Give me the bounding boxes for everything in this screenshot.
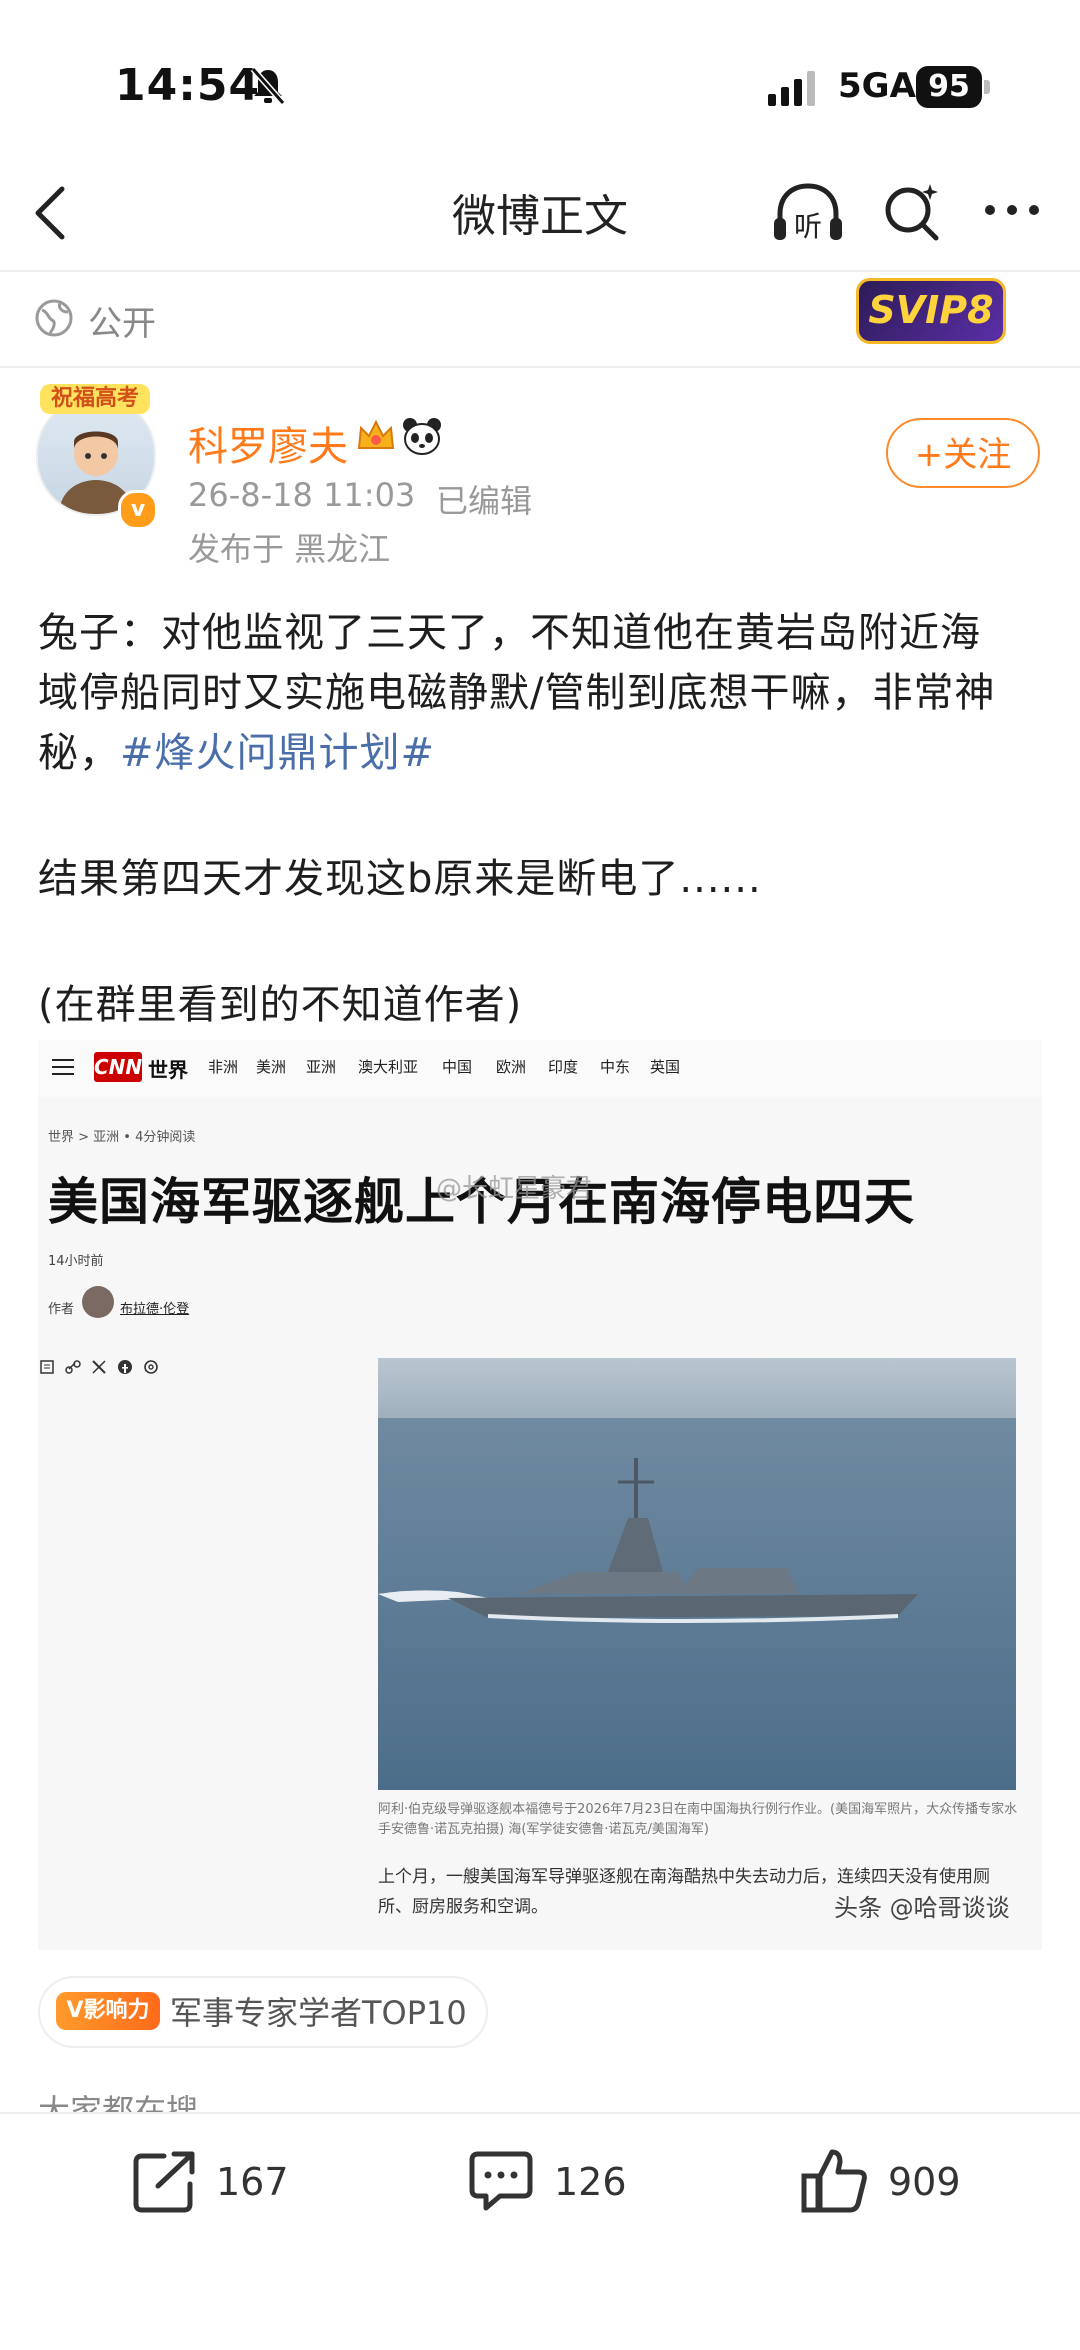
cnn-nav-item: 中国: [442, 1058, 473, 1076]
more-icon[interactable]: [980, 198, 1044, 222]
cnn-author-name: 布拉德·伦登: [120, 1302, 190, 1317]
post-text-line-4: 结果第四天才发现这b原来是断电了......: [38, 856, 762, 902]
visibility-label: 公开: [88, 304, 156, 344]
clock: 14:54: [115, 60, 261, 111]
listen-icon[interactable]: 听: [770, 180, 846, 246]
x-social-icon: [92, 1360, 106, 1374]
mute-bell-icon: [250, 67, 286, 105]
author-name[interactable]: 科罗廖夫: [188, 414, 348, 472]
threads-icon: [144, 1360, 158, 1374]
crown-icon: [357, 419, 395, 449]
network-label: 5GA: [838, 66, 916, 106]
cnn-nav-item: 美洲: [256, 1058, 287, 1076]
like-count[interactable]: 909: [888, 2160, 961, 2204]
cnn-nav-bar: [38, 1040, 1042, 1098]
post-text-line-3-prefix: 秘，: [38, 730, 120, 776]
cnn-nav-item: 非洲: [208, 1058, 239, 1076]
cnn-section: 世界: [148, 1058, 188, 1082]
facebook-icon: [118, 1360, 132, 1374]
ship-photo: [378, 1358, 1016, 1790]
menu-icon: [52, 1059, 74, 1075]
hashtag-link[interactable]: #烽火问鼎计划#: [120, 730, 435, 776]
signal-icon: [768, 71, 815, 106]
bookmark-icon: [40, 1360, 54, 1374]
repost-icon[interactable]: [130, 2146, 200, 2216]
comment-icon[interactable]: [466, 2146, 536, 2216]
globe-icon: [35, 299, 73, 337]
comment-count[interactable]: 126: [554, 2160, 627, 2204]
post-text-line-1: 兔子：对他监视了三天了，不知道他在黄岩岛附近海: [38, 610, 981, 656]
cnn-timestamp: 14小时前: [48, 1254, 104, 1269]
cnn-nav-item: 中东: [600, 1058, 631, 1076]
cnn-author-photo: [82, 1286, 114, 1318]
like-icon[interactable]: [800, 2146, 870, 2216]
cnn-nav-item: 印度: [548, 1058, 579, 1076]
follow-button[interactable]: +关注: [886, 418, 1040, 488]
post-text-line-3: 秘，#烽火问鼎计划#: [38, 720, 435, 778]
cnn-nav-item: 英国: [650, 1058, 681, 1076]
repost-count[interactable]: 167: [216, 2160, 289, 2204]
cnn-nav-item: 亚洲: [306, 1058, 337, 1076]
influence-icon: V影响力: [56, 1992, 160, 2030]
cnn-breadcrumb: 世界 > 亚洲 • 4分钟阅读: [48, 1130, 196, 1145]
panda-icon: [403, 418, 441, 455]
edited-label[interactable]: 已编辑: [436, 476, 532, 522]
post-text-line-2: 域停船同时又实施电磁静默/管制到底想干嘛，非常神: [38, 670, 996, 716]
influence-text: 军事专家学者TOP10: [170, 1994, 467, 2032]
cnn-author-label: 作者: [48, 1302, 75, 1317]
post-time: 26-8-18 11:03: [188, 476, 416, 514]
battery-tip: [984, 80, 990, 94]
weibo-watermark: @长虹星豪君: [436, 1174, 593, 1204]
svip-badge[interactable]: SVIP8: [856, 278, 1006, 344]
listen-icon-label: 听: [794, 210, 822, 243]
post-image[interactable]: CNN 世界 非洲 美洲 亚洲 澳大利亚 中国 欧洲 印度 中东 英国 世界 >…: [38, 1040, 1042, 1950]
link-icon: [65, 1360, 81, 1374]
location-label: 发布于 黑龙江: [188, 530, 391, 568]
source-watermark: 头条 @哈哥谈谈: [834, 1894, 1010, 1922]
cnn-logo: CNN: [94, 1052, 142, 1082]
verified-badge: v: [118, 490, 158, 530]
avatar-tag: 祝福高考: [40, 384, 150, 414]
battery-indicator: 95: [916, 66, 982, 108]
cnn-nav-item: 欧洲: [496, 1058, 527, 1076]
post-text-line-5: (在群里看到的不知道作者): [38, 982, 523, 1028]
photo-caption: 阿利·伯克级导弹驱逐舰本福德号于2026年7月23日在南中国海执行例行作业。(美…: [378, 1802, 1018, 1837]
search-icon[interactable]: [880, 180, 944, 244]
cnn-nav-item: 澳大利亚: [358, 1058, 419, 1076]
